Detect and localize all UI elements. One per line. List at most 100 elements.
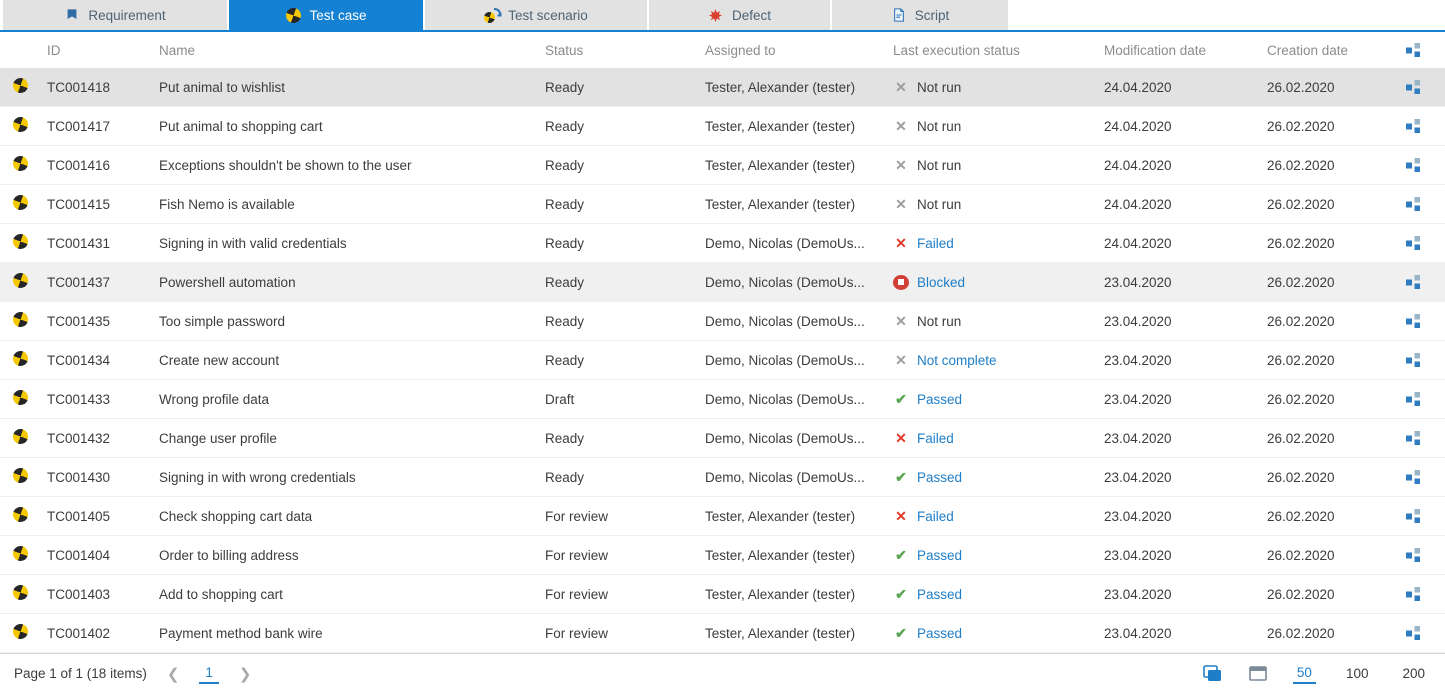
table-row[interactable]: TC001432 Change user profile Ready Demo,… bbox=[0, 419, 1445, 458]
hierarchy-icon[interactable] bbox=[1406, 275, 1421, 290]
column-header-modified[interactable]: Modification date bbox=[1104, 43, 1267, 58]
row-name: Create new account bbox=[159, 353, 545, 368]
table-row[interactable]: TC001435 Too simple password Ready Demo,… bbox=[0, 302, 1445, 341]
exec-status-label[interactable]: Passed bbox=[917, 392, 962, 407]
testcase-icon bbox=[11, 312, 30, 329]
exec-status-label[interactable]: Passed bbox=[917, 470, 962, 485]
page-size-200[interactable]: 200 bbox=[1398, 664, 1429, 683]
row-name: Exceptions shouldn't be shown to the use… bbox=[159, 158, 545, 173]
row-assigned: Tester, Alexander (tester) bbox=[705, 158, 893, 173]
table-row[interactable]: TC001417 Put animal to shopping cart Rea… bbox=[0, 107, 1445, 146]
column-header-exec[interactable]: Last execution status bbox=[893, 43, 1104, 58]
hierarchy-icon[interactable] bbox=[1406, 197, 1421, 212]
row-id: TC001430 bbox=[47, 470, 159, 485]
table-row[interactable]: TC001418 Put animal to wishlist Ready Te… bbox=[0, 68, 1445, 107]
tab-defect[interactable]: Defect bbox=[649, 0, 830, 30]
row-assigned: Demo, Nicolas (DemoUs... bbox=[705, 236, 893, 251]
exec-status-label[interactable]: Failed bbox=[917, 236, 954, 251]
row-name: Put animal to wishlist bbox=[159, 80, 545, 95]
row-creation-date: 26.02.2020 bbox=[1267, 314, 1400, 329]
tab-requirement[interactable]: Requirement bbox=[3, 0, 227, 30]
exec-status-label[interactable]: Blocked bbox=[917, 275, 965, 290]
row-creation-date: 26.02.2020 bbox=[1267, 548, 1400, 563]
table-header: ID Name Status Assigned to Last executio… bbox=[0, 32, 1445, 68]
table-row[interactable]: TC001402 Payment method bank wire For re… bbox=[0, 614, 1445, 653]
row-modification-date: 23.04.2020 bbox=[1104, 431, 1267, 446]
exec-status-label[interactable]: Passed bbox=[917, 587, 962, 602]
hierarchy-icon[interactable] bbox=[1406, 470, 1421, 485]
row-modification-date: 24.04.2020 bbox=[1104, 197, 1267, 212]
tab-test-scenario[interactable]: Test scenario bbox=[425, 0, 647, 30]
column-header-id[interactable]: ID bbox=[47, 43, 159, 58]
hierarchy-icon[interactable] bbox=[1406, 43, 1421, 58]
exec-status-label[interactable]: Failed bbox=[917, 431, 954, 446]
exec-status-icon bbox=[893, 469, 909, 485]
prev-page-button[interactable]: ❮ bbox=[161, 665, 186, 683]
column-header-created[interactable]: Creation date bbox=[1267, 43, 1400, 58]
row-status: Ready bbox=[545, 80, 705, 95]
hierarchy-icon[interactable] bbox=[1406, 548, 1421, 563]
exec-status-icon bbox=[893, 313, 909, 329]
column-header-status[interactable]: Status bbox=[545, 43, 705, 58]
row-id: TC001405 bbox=[47, 509, 159, 524]
panel-view-icon[interactable] bbox=[1249, 666, 1267, 681]
testcase-icon bbox=[11, 195, 30, 212]
table-row[interactable]: TC001404 Order to billing address For re… bbox=[0, 536, 1445, 575]
tab-label: Test case bbox=[309, 8, 366, 23]
exec-status-label[interactable]: Failed bbox=[917, 509, 954, 524]
row-creation-date: 26.02.2020 bbox=[1267, 80, 1400, 95]
table-row[interactable]: TC001434 Create new account Ready Demo, … bbox=[0, 341, 1445, 380]
row-name: Fish Nemo is available bbox=[159, 197, 545, 212]
hierarchy-icon[interactable] bbox=[1406, 431, 1421, 446]
table-row[interactable]: TC001403 Add to shopping cart For review… bbox=[0, 575, 1445, 614]
hierarchy-icon[interactable] bbox=[1406, 236, 1421, 251]
table-row[interactable]: TC001431 Signing in with valid credentia… bbox=[0, 224, 1445, 263]
row-status: Ready bbox=[545, 236, 705, 251]
tab-script[interactable]: Script bbox=[832, 0, 1008, 30]
table-row[interactable]: TC001433 Wrong profile data Draft Demo, … bbox=[0, 380, 1445, 419]
table-row[interactable]: TC001437 Powershell automation Ready Dem… bbox=[0, 263, 1445, 302]
hierarchy-icon[interactable] bbox=[1406, 509, 1421, 524]
exec-status-icon bbox=[893, 391, 909, 407]
testcase-icon bbox=[11, 546, 30, 563]
hierarchy-icon[interactable] bbox=[1406, 626, 1421, 641]
exec-status-icon bbox=[893, 235, 909, 251]
exec-status-label[interactable]: Not complete bbox=[917, 353, 997, 368]
row-modification-date: 24.04.2020 bbox=[1104, 158, 1267, 173]
tab-label: Requirement bbox=[88, 8, 165, 23]
row-name: Change user profile bbox=[159, 431, 545, 446]
exec-status-icon bbox=[893, 275, 909, 290]
table-row[interactable]: TC001416 Exceptions shouldn't be shown t… bbox=[0, 146, 1445, 185]
table-row[interactable]: TC001405 Check shopping cart data For re… bbox=[0, 497, 1445, 536]
table-row[interactable]: TC001415 Fish Nemo is available Ready Te… bbox=[0, 185, 1445, 224]
exec-status-icon bbox=[893, 547, 909, 563]
hierarchy-icon[interactable] bbox=[1406, 353, 1421, 368]
row-name: Too simple password bbox=[159, 314, 545, 329]
requirement-icon bbox=[64, 7, 80, 23]
hierarchy-icon[interactable] bbox=[1406, 392, 1421, 407]
testcase-icon bbox=[11, 351, 30, 368]
hierarchy-icon[interactable] bbox=[1406, 314, 1421, 329]
exec-status-icon bbox=[893, 625, 909, 641]
exec-status-label[interactable]: Passed bbox=[917, 548, 962, 563]
page-number-button[interactable]: 1 bbox=[199, 663, 219, 684]
exec-status-label: Not run bbox=[917, 119, 961, 134]
row-modification-date: 23.04.2020 bbox=[1104, 392, 1267, 407]
hierarchy-icon[interactable] bbox=[1406, 158, 1421, 173]
tab-test-case[interactable]: Test case bbox=[229, 0, 423, 30]
table-row[interactable]: TC001430 Signing in with wrong credentia… bbox=[0, 458, 1445, 497]
exec-status-label[interactable]: Passed bbox=[917, 626, 962, 641]
next-page-button[interactable]: ❯ bbox=[233, 665, 258, 683]
page-size-100[interactable]: 100 bbox=[1342, 664, 1373, 683]
column-header-assigned[interactable]: Assigned to bbox=[705, 43, 893, 58]
testcase-icon bbox=[11, 429, 30, 446]
exec-status-icon bbox=[893, 157, 909, 173]
exec-status-icon bbox=[893, 430, 909, 446]
testcase-icon bbox=[285, 7, 301, 23]
hierarchy-icon[interactable] bbox=[1406, 80, 1421, 95]
column-header-name[interactable]: Name bbox=[159, 43, 545, 58]
page-size-50[interactable]: 50 bbox=[1293, 663, 1316, 684]
copy-pages-icon[interactable] bbox=[1203, 665, 1223, 682]
hierarchy-icon[interactable] bbox=[1406, 119, 1421, 134]
hierarchy-icon[interactable] bbox=[1406, 587, 1421, 602]
